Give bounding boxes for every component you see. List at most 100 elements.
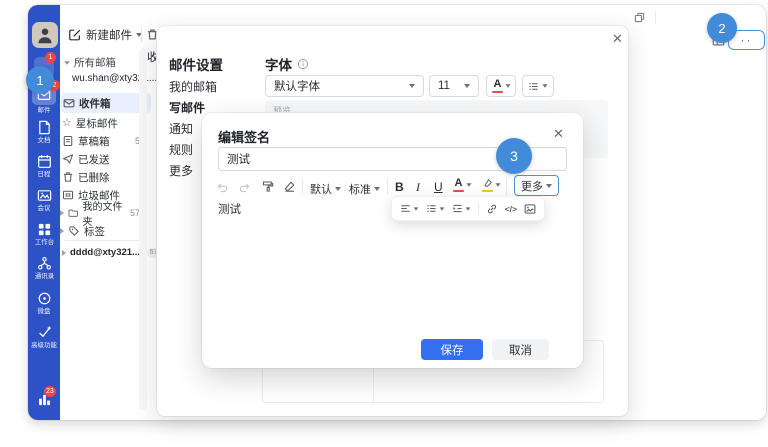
save-button[interactable]: 保存: [421, 339, 483, 360]
disk-icon: [37, 291, 52, 306]
sidebar-item-drive[interactable]: 微盘: [28, 291, 60, 316]
font-color-swatch: [492, 91, 503, 93]
underline-button[interactable]: U: [434, 180, 443, 194]
settings-menu-mailboxes[interactable]: 我的邮箱: [169, 78, 217, 95]
scrollbar[interactable]: [139, 48, 147, 410]
folder-row-sent[interactable]: 已发送: [62, 150, 147, 168]
insert-image-button[interactable]: [524, 203, 536, 215]
eraser-icon: [283, 180, 296, 193]
account-secondary[interactable]: dddd@xty321.... 575: [62, 247, 164, 258]
settings-menu-rules[interactable]: 规则: [169, 141, 193, 158]
bullet-list-icon: [426, 203, 437, 214]
undo-button[interactable]: [216, 181, 229, 194]
folder-row-myfolders[interactable]: 我的文件夹 572: [60, 204, 147, 222]
editor-font-size-value: 标准: [349, 181, 371, 197]
list-style-button[interactable]: [522, 75, 554, 97]
sidebar-item-contacts-label: 通讯录: [34, 273, 53, 280]
sidebar-item-mail-label: 邮件: [29, 107, 58, 114]
cancel-button[interactable]: 取消: [492, 339, 549, 360]
folder-row-tags[interactable]: 标签: [60, 222, 147, 240]
trash-icon: [62, 171, 74, 183]
annotation-3: 3: [496, 138, 532, 174]
code-button[interactable]: </>: [505, 204, 517, 214]
annotation-2: 2: [707, 13, 737, 43]
image-icon: [524, 203, 536, 215]
highlighter-icon: [482, 178, 493, 189]
sidebar-item-workbench[interactable]: 工作台: [28, 222, 60, 247]
align-left-icon: [400, 203, 411, 214]
italic-button[interactable]: I: [416, 180, 420, 195]
sidebar-item-contacts[interactable]: 通讯录: [28, 256, 60, 281]
sidebar-item-docs-label: 文档: [38, 137, 51, 144]
folder-label: 草稿箱: [78, 134, 110, 149]
folder-row-inbox[interactable]: 收件箱 1: [61, 93, 151, 113]
check-plus-icon: [37, 325, 52, 340]
editor-font-size-select[interactable]: 标准: [349, 181, 380, 197]
redo-button[interactable]: [238, 181, 251, 194]
bold-button[interactable]: B: [395, 180, 404, 194]
avatar[interactable]: [32, 22, 58, 48]
dropdown-divider: [478, 203, 479, 215]
toolbar-divider: [506, 179, 507, 195]
list-icon: [528, 81, 539, 92]
folder-row-drafts[interactable]: 草稿箱 55: [62, 132, 147, 150]
highlight-color-swatch: [482, 190, 493, 192]
highlight-color-button[interactable]: [482, 178, 501, 192]
folder-group-label: 所有邮箱: [74, 55, 116, 70]
editor-font-family-value: 默认: [310, 181, 332, 197]
editor-more-button[interactable]: 更多: [514, 175, 559, 196]
settings-menu-notifications[interactable]: 通知: [169, 120, 193, 137]
caret-down-icon: [64, 61, 69, 65]
org-chart-icon: [37, 256, 52, 271]
compose-button[interactable]: 新建邮件: [68, 27, 142, 43]
chevron-down-icon: [542, 84, 547, 87]
toolbar-divider: [387, 179, 388, 195]
draft-icon: [62, 135, 74, 147]
restore-window-button[interactable]: [634, 12, 645, 23]
folder-label: 已删除: [78, 170, 110, 185]
folder-label: 收件箱: [79, 96, 111, 111]
caret-right-icon: [60, 228, 64, 234]
sidebar-item-docs[interactable]: 文档: [28, 120, 60, 145]
insert-link-button[interactable]: [486, 203, 498, 215]
folder-row-starred[interactable]: ☆ 星标邮件: [62, 114, 147, 132]
compose-label: 新建邮件: [86, 27, 132, 43]
folder-label: 已发送: [78, 152, 110, 167]
chevron-down-icon: [505, 84, 510, 87]
font-section-title: 字体: [265, 54, 292, 74]
sidebar-item-calendar[interactable]: 日程: [28, 154, 60, 179]
folder-group-all[interactable]: 所有邮箱: [64, 55, 116, 70]
dialog-close-button[interactable]: ✕: [553, 127, 564, 140]
settings-menu-compose[interactable]: 写邮件: [169, 99, 205, 116]
settings-close-button[interactable]: ✕: [612, 32, 623, 45]
chevron-down-icon: [374, 187, 380, 191]
font-family-value: 默认字体: [274, 78, 320, 94]
settings-menu-more[interactable]: 更多: [169, 162, 193, 179]
star-icon: ☆: [62, 117, 72, 129]
font-family-select[interactable]: 默认字体: [265, 75, 424, 97]
sidebar-item-advanced[interactable]: 高级功能: [28, 325, 60, 350]
font-size-value: 11: [438, 80, 450, 92]
bullet-list-button[interactable]: [426, 203, 445, 214]
align-button[interactable]: [400, 203, 419, 214]
font-color-button[interactable]: A: [486, 75, 516, 97]
info-icon[interactable]: [297, 58, 309, 70]
account-secondary-label: dddd@xty321....: [70, 247, 143, 258]
settings-title: 邮件设置: [169, 54, 223, 74]
compose-icon: [68, 28, 82, 42]
undo-icon: [216, 181, 229, 194]
clear-format-button[interactable]: [283, 180, 296, 193]
annotation-1: 1: [26, 66, 54, 94]
editor-font-family-select[interactable]: 默认: [310, 181, 341, 197]
ellipsis-icon: ··: [741, 33, 753, 47]
chevron-down-icon: [464, 84, 470, 88]
folder-label: 标签: [84, 224, 105, 239]
text-color-button[interactable]: A: [453, 178, 472, 192]
sidebar-item-meeting[interactable]: 会议: [28, 188, 60, 213]
format-painter-button[interactable]: [261, 180, 274, 193]
indent-button[interactable]: [452, 203, 471, 214]
folder-row-deleted[interactable]: 已删除: [62, 168, 147, 186]
send-icon: [62, 153, 74, 165]
font-size-select[interactable]: 11: [429, 75, 479, 97]
signature-body-text[interactable]: 测试: [218, 201, 241, 217]
